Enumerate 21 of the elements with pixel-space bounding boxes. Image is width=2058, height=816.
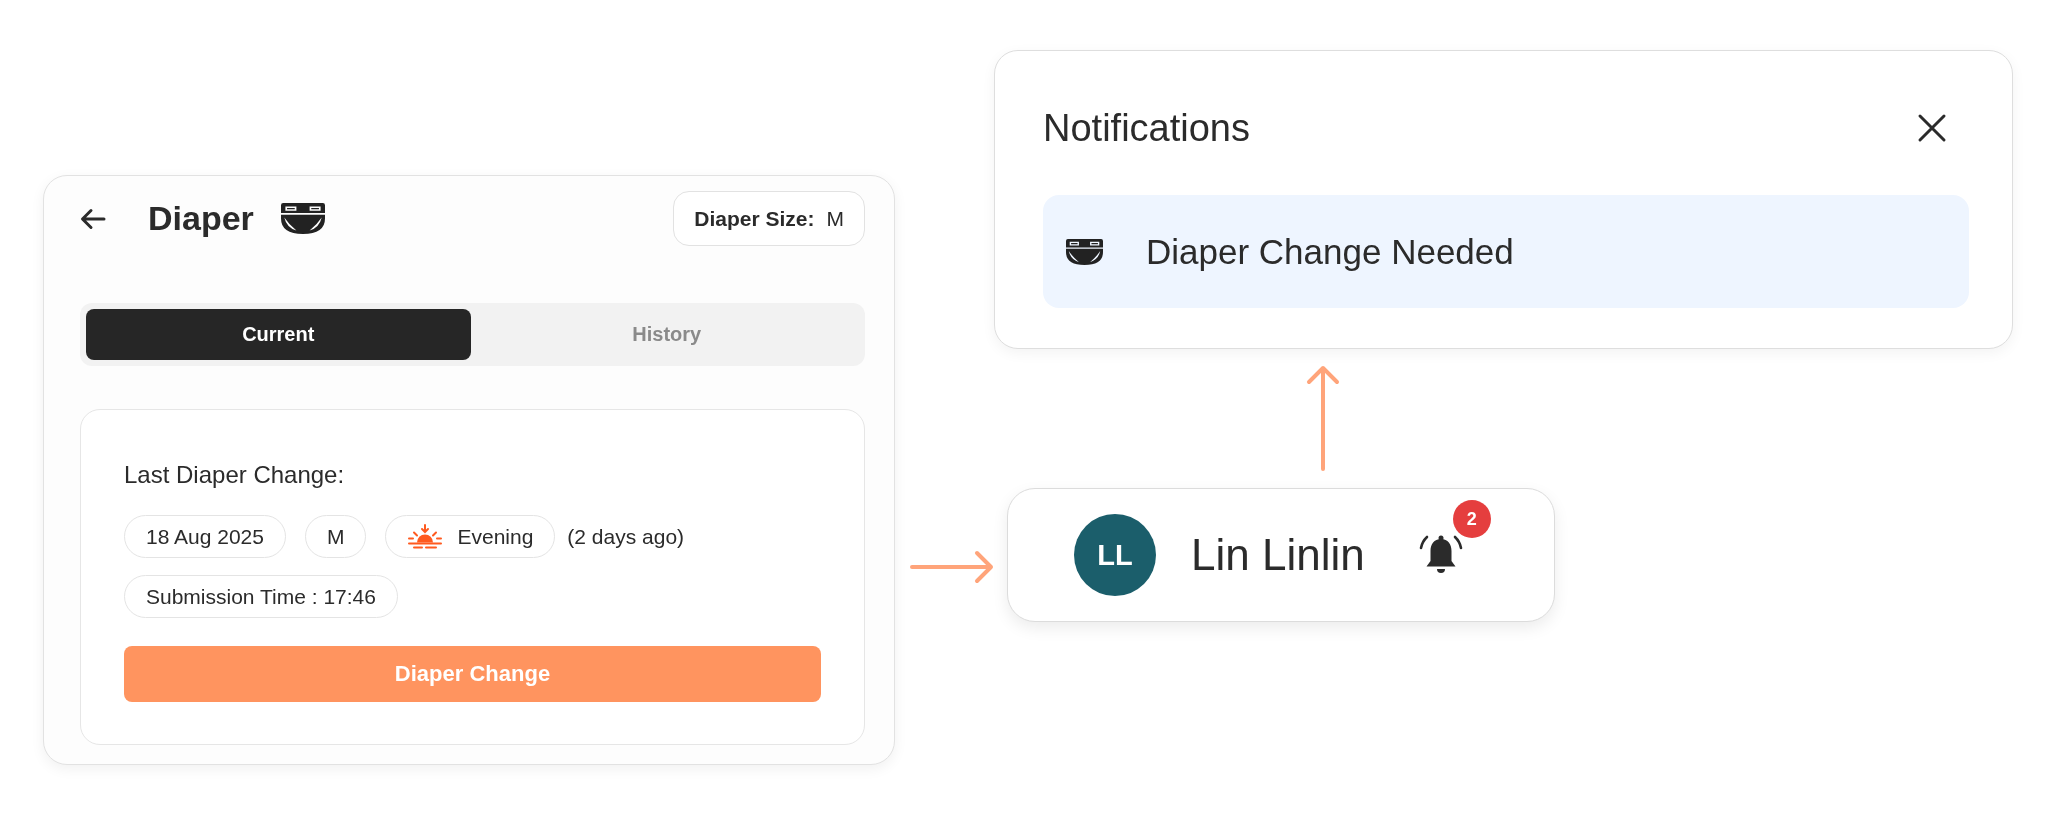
info-pill: 18 Aug 2025 [124,515,286,558]
diaper-icon [280,203,325,234]
tab[interactable]: Current [86,309,471,360]
user-avatar[interactable]: LL [1074,514,1156,596]
notification-text: Diaper Change Needed [1146,231,1514,272]
user-name: Lin Linlin [1191,530,1365,580]
submission-time-pill: Submission Time : 17:46 [124,575,398,618]
back-arrow-icon[interactable] [80,207,106,230]
panel-title: Notifications [1043,106,1250,150]
info-pill: M [304,515,367,558]
diaper-icon [1066,238,1103,265]
size-value: M [826,206,844,231]
notification-item[interactable]: Diaper Change Needed [1043,195,1969,308]
notification-count-badge: 2 [1452,500,1491,538]
close-icon[interactable] [1917,113,1947,143]
chip-label: Evening [457,524,534,549]
size-label: Diaper Size: [694,206,815,231]
sunset-icon [407,523,444,550]
relative-time-text: (2 days ago) [567,524,685,549]
section-heading: Last Diaper Change: [124,460,345,490]
page-title: Diaper [148,199,254,238]
